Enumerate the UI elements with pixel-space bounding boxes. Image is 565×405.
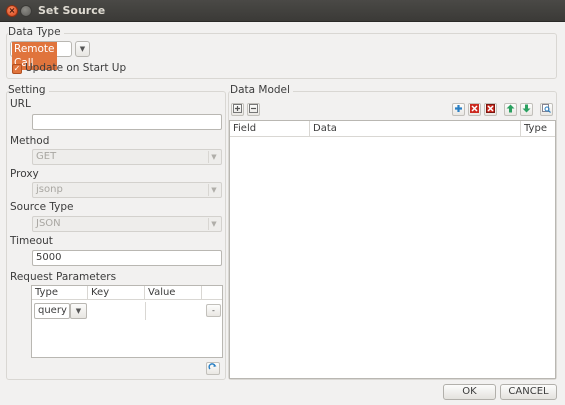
column-divider bbox=[145, 302, 146, 320]
chevron-down-icon[interactable]: ▼ bbox=[70, 303, 87, 319]
preview-icon[interactable] bbox=[540, 103, 553, 116]
method-label: Method bbox=[10, 135, 50, 147]
update-on-startup-label: Update on Start Up bbox=[25, 62, 127, 74]
source-type-label: Source Type bbox=[10, 201, 74, 213]
delete-all-icon[interactable] bbox=[484, 103, 497, 116]
expand-all-icon[interactable] bbox=[231, 103, 244, 116]
column-header-type[interactable]: Type bbox=[521, 121, 555, 137]
add-icon[interactable] bbox=[452, 103, 465, 116]
param-type-select[interactable]: query bbox=[34, 303, 70, 319]
chevron-down-icon[interactable]: ▼ bbox=[75, 41, 90, 57]
data-model-label: Data Model bbox=[230, 84, 293, 96]
column-header-key[interactable]: Key bbox=[88, 286, 145, 300]
url-label: URL bbox=[10, 98, 31, 110]
collapse-all-icon[interactable] bbox=[247, 103, 260, 116]
proxy-value: jsonp bbox=[36, 184, 63, 195]
window-title: Set Source bbox=[38, 4, 106, 17]
delete-icon[interactable] bbox=[468, 103, 481, 116]
remove-param-button[interactable]: - bbox=[206, 304, 221, 317]
ok-button[interactable]: OK bbox=[443, 384, 496, 400]
move-down-icon[interactable] bbox=[520, 103, 533, 116]
data-model-table[interactable]: Field Data Type bbox=[229, 120, 556, 379]
request-parameters-label: Request Parameters bbox=[10, 271, 117, 283]
column-header-data[interactable]: Data bbox=[310, 121, 521, 137]
source-type-select: JSON ▼ bbox=[32, 216, 222, 232]
data-type-label: Data Type bbox=[8, 26, 64, 38]
close-icon[interactable]: × bbox=[6, 5, 18, 17]
chevron-down-icon: ▼ bbox=[208, 184, 219, 196]
column-header-value[interactable]: Value bbox=[145, 286, 202, 300]
setting-label: Setting bbox=[8, 84, 49, 96]
title-bar: × Set Source bbox=[0, 0, 565, 22]
url-input[interactable] bbox=[32, 114, 222, 130]
proxy-select: jsonp ▼ bbox=[32, 182, 222, 198]
table-header: Field Data Type bbox=[230, 121, 555, 137]
chevron-down-icon: ▼ bbox=[208, 218, 219, 230]
method-select: GET ▼ bbox=[32, 149, 222, 165]
method-value: GET bbox=[36, 151, 57, 162]
timeout-label: Timeout bbox=[10, 235, 53, 247]
timeout-input[interactable]: 5000 bbox=[32, 250, 222, 266]
move-up-icon[interactable] bbox=[504, 103, 517, 116]
minimize-icon[interactable] bbox=[20, 5, 32, 17]
update-on-startup-checkbox[interactable]: ✓ bbox=[12, 64, 22, 74]
column-header-field[interactable]: Field bbox=[230, 121, 310, 137]
table-row[interactable]: query ▼ - bbox=[32, 302, 222, 320]
table-header: Type Key Value bbox=[32, 286, 222, 300]
source-type-value: JSON bbox=[36, 218, 61, 229]
proxy-label: Proxy bbox=[10, 168, 39, 180]
cancel-button[interactable]: CANCEL bbox=[500, 384, 557, 400]
chevron-down-icon: ▼ bbox=[208, 151, 219, 163]
add-parameter-icon[interactable] bbox=[206, 362, 220, 375]
request-parameters-table[interactable]: Type Key Value query ▼ - bbox=[31, 285, 223, 358]
column-header-type[interactable]: Type bbox=[32, 286, 88, 300]
